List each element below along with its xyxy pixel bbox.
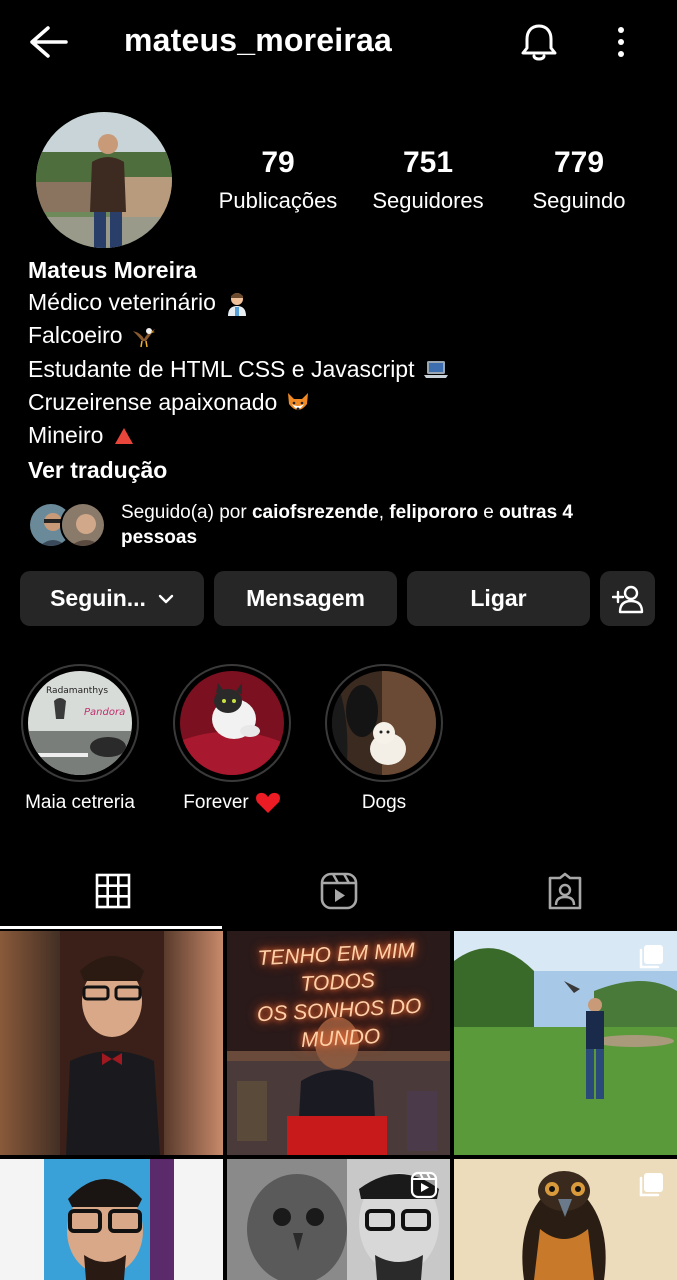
tagged-person-icon — [548, 872, 581, 910]
bio-line: Médico veterinário — [28, 286, 668, 319]
veterinarian-emoji-icon — [227, 292, 246, 316]
carousel-icon — [639, 1173, 663, 1197]
highlight-label: Forever — [167, 792, 297, 814]
highlight-item[interactable]: Radamanthys Pandora Maia cetreria — [15, 664, 145, 814]
followed-by-conjunction: e — [477, 502, 500, 523]
carousel-icon — [639, 945, 663, 969]
highlight-label-text: Maia cetreria — [25, 792, 135, 813]
call-button-label: Ligar — [470, 585, 527, 611]
followed-by-user[interactable]: felipororo — [389, 502, 478, 523]
post-thumbnail[interactable] — [227, 1159, 450, 1280]
neon-sign-text: TENHO EM MIM TODOS OS SONHOS DO MUNDO — [227, 935, 450, 1059]
more-options-icon[interactable] — [606, 22, 636, 62]
story-highlights: Radamanthys Pandora Maia cetreria Foreve… — [0, 664, 677, 824]
tab-posts-grid[interactable] — [0, 852, 225, 930]
see-translation-link[interactable]: Ver tradução — [28, 452, 668, 488]
profile-avatar[interactable] — [36, 112, 172, 248]
bio-line-text: Médico veterinário — [28, 289, 216, 315]
bio-line: Estudante de HTML CSS e Javascript — [28, 353, 668, 386]
eagle-emoji-icon — [132, 327, 155, 348]
stat-posts-label: Publicações — [218, 188, 338, 213]
profile-actions: Seguin... Mensagem Ligar — [20, 571, 660, 627]
highlight-cover — [332, 671, 436, 775]
post-thumbnail[interactable] — [0, 931, 223, 1155]
post-thumbnail[interactable] — [454, 931, 677, 1155]
follower-avatar — [60, 502, 106, 548]
stat-followers-label: Seguidores — [372, 188, 484, 213]
stat-following[interactable]: 779 Seguindo — [510, 142, 648, 218]
profile-tabs — [0, 852, 677, 930]
neon-line: OS SONHOS DO MUNDO — [256, 994, 422, 1053]
stat-followers-count: 751 — [402, 146, 454, 179]
bio-line-text: Mineiro — [28, 422, 104, 449]
stat-posts[interactable]: 79 Publicações — [206, 142, 350, 218]
stat-following-label: Seguindo — [532, 188, 626, 213]
posts-grid: TENHO EM MIM TODOS OS SONHOS DO MUNDO — [0, 931, 677, 1280]
highlight-ring: Radamanthys Pandora — [21, 664, 139, 782]
fox-emoji-icon — [288, 392, 309, 411]
bio-line: Mineiro — [28, 419, 668, 452]
tab-reels[interactable] — [226, 852, 451, 930]
grid-icon — [95, 873, 130, 909]
followed-by-separator: , — [378, 502, 390, 523]
chevron-down-icon — [158, 594, 174, 603]
stat-followers[interactable]: 751 Seguidores — [358, 142, 498, 218]
followed-by-user[interactable]: caiofsrezende — [252, 502, 379, 523]
profile-bio: Mateus Moreira Médico veterinário Falcoe… — [28, 254, 668, 488]
highlight-label: Maia cetreria — [15, 792, 145, 814]
reel-icon — [410, 1171, 438, 1199]
bio-line-text: Cruzeirense apaixonado — [28, 388, 278, 415]
highlight-ring — [173, 664, 291, 782]
add-person-icon — [611, 585, 643, 613]
profile-stats: 79 Publicações 751 Seguidores 779 Seguin… — [196, 142, 666, 222]
post-thumbnail[interactable]: TENHO EM MIM TODOS OS SONHOS DO MUNDO — [227, 931, 450, 1155]
stat-following-count: 779 — [553, 146, 605, 179]
profile-username: mateus_moreiraa — [124, 22, 393, 58]
suggested-users-button[interactable] — [600, 571, 655, 626]
highlight-label-text: Dogs — [361, 792, 407, 813]
tab-tagged[interactable] — [452, 852, 677, 930]
highlight-caption: Radamanthys — [46, 686, 108, 696]
post-thumbnail[interactable] — [0, 1159, 223, 1280]
highlight-cover — [180, 671, 284, 775]
stat-posts-count: 79 — [261, 146, 295, 179]
active-tab-indicator — [0, 926, 222, 929]
message-button-label: Mensagem — [246, 585, 365, 611]
profile-full-name: Mateus Moreira — [28, 257, 197, 283]
highlight-ring — [325, 664, 443, 782]
laptop-emoji-icon — [423, 361, 448, 379]
reels-icon — [320, 872, 357, 910]
followed-by-prefix: Seguido(a) por — [121, 502, 252, 523]
bio-line: Falcoeiro — [28, 319, 668, 352]
bio-line-text: Falcoeiro — [28, 322, 123, 349]
top-bar: mateus_moreiraa — [0, 0, 677, 84]
followed-by[interactable]: Seguido(a) por caiofsrezende, felipororo… — [28, 498, 668, 554]
highlight-label: Dogs — [319, 792, 449, 814]
highlight-label-text: Forever — [183, 792, 249, 813]
bio-line-text: Estudante de HTML CSS e Javascript — [28, 355, 415, 382]
highlight-item[interactable]: Dogs — [319, 664, 449, 814]
back-arrow-icon[interactable] — [26, 22, 70, 62]
following-button-label: Seguin... — [50, 585, 146, 611]
call-button[interactable]: Ligar — [407, 571, 590, 626]
followed-by-text: Seguido(a) por caiofsrezende, felipororo… — [121, 500, 641, 550]
following-button[interactable]: Seguin... — [20, 571, 204, 626]
red-triangle-emoji-icon — [115, 427, 134, 444]
highlight-cover: Radamanthys Pandora — [28, 671, 132, 775]
highlight-caption: Pandora — [84, 707, 125, 718]
highlight-item[interactable]: Forever — [167, 664, 297, 814]
post-thumbnail[interactable] — [454, 1159, 677, 1280]
red-heart-emoji-icon — [255, 792, 280, 813]
message-button[interactable]: Mensagem — [214, 571, 397, 626]
notification-bell-icon[interactable] — [518, 20, 560, 64]
bio-line: Cruzeirense apaixonado — [28, 386, 668, 419]
